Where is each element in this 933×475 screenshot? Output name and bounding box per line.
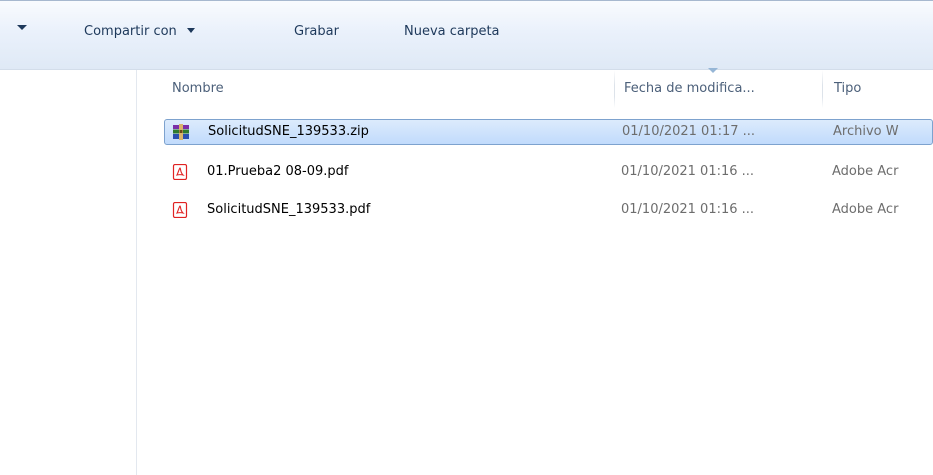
file-type: Adobe Acr	[832, 202, 899, 217]
column-divider[interactable]	[614, 70, 615, 108]
pdf-icon	[172, 202, 188, 218]
column-header-name-label: Nombre	[172, 81, 224, 96]
file-row[interactable]: SolicitudSNE_139533.pdf 01/10/2021 01:16…	[164, 197, 933, 223]
file-type: Archivo W	[833, 124, 899, 139]
column-divider[interactable]	[822, 70, 823, 108]
column-header-type[interactable]: Tipo	[834, 70, 861, 108]
burn-label: Grabar	[294, 24, 339, 39]
file-type: Adobe Acr	[832, 164, 899, 179]
column-header-name[interactable]: Nombre	[172, 70, 224, 108]
file-date: 01/10/2021 01:16 ...	[621, 202, 755, 217]
file-name: SolicitudSNE_139533.zip	[208, 124, 369, 139]
pdf-icon	[172, 164, 188, 180]
column-header-type-label: Tipo	[834, 81, 862, 96]
file-name: 01.Prueba2 08-09.pdf	[207, 164, 349, 179]
column-header-date-label: Fecha de modifica...	[624, 81, 755, 96]
new-folder-button[interactable]: Nueva carpeta	[404, 21, 500, 43]
new-folder-label: Nueva carpeta	[404, 24, 500, 39]
burn-button[interactable]: Grabar	[294, 21, 339, 43]
navigation-pane[interactable]	[0, 70, 137, 475]
file-date: 01/10/2021 01:16 ...	[621, 164, 755, 179]
column-header-date[interactable]: Fecha de modifica...	[624, 70, 755, 108]
command-bar: Compartir con Grabar Nueva carpeta	[0, 0, 933, 70]
file-date: 01/10/2021 01:17 ...	[622, 124, 756, 139]
share-with-label: Compartir con	[84, 24, 177, 39]
file-name: SolicitudSNE_139533.pdf	[207, 202, 371, 217]
organize-dropdown-icon[interactable]	[17, 25, 27, 30]
share-with-button[interactable]: Compartir con	[84, 21, 195, 43]
chevron-down-icon	[186, 28, 195, 33]
winrar-archive-icon	[173, 124, 189, 140]
file-row[interactable]: SolicitudSNE_139533.zip 01/10/2021 01:17…	[164, 119, 933, 145]
file-row[interactable]: 01.Prueba2 08-09.pdf 01/10/2021 01:16 ..…	[164, 159, 933, 185]
